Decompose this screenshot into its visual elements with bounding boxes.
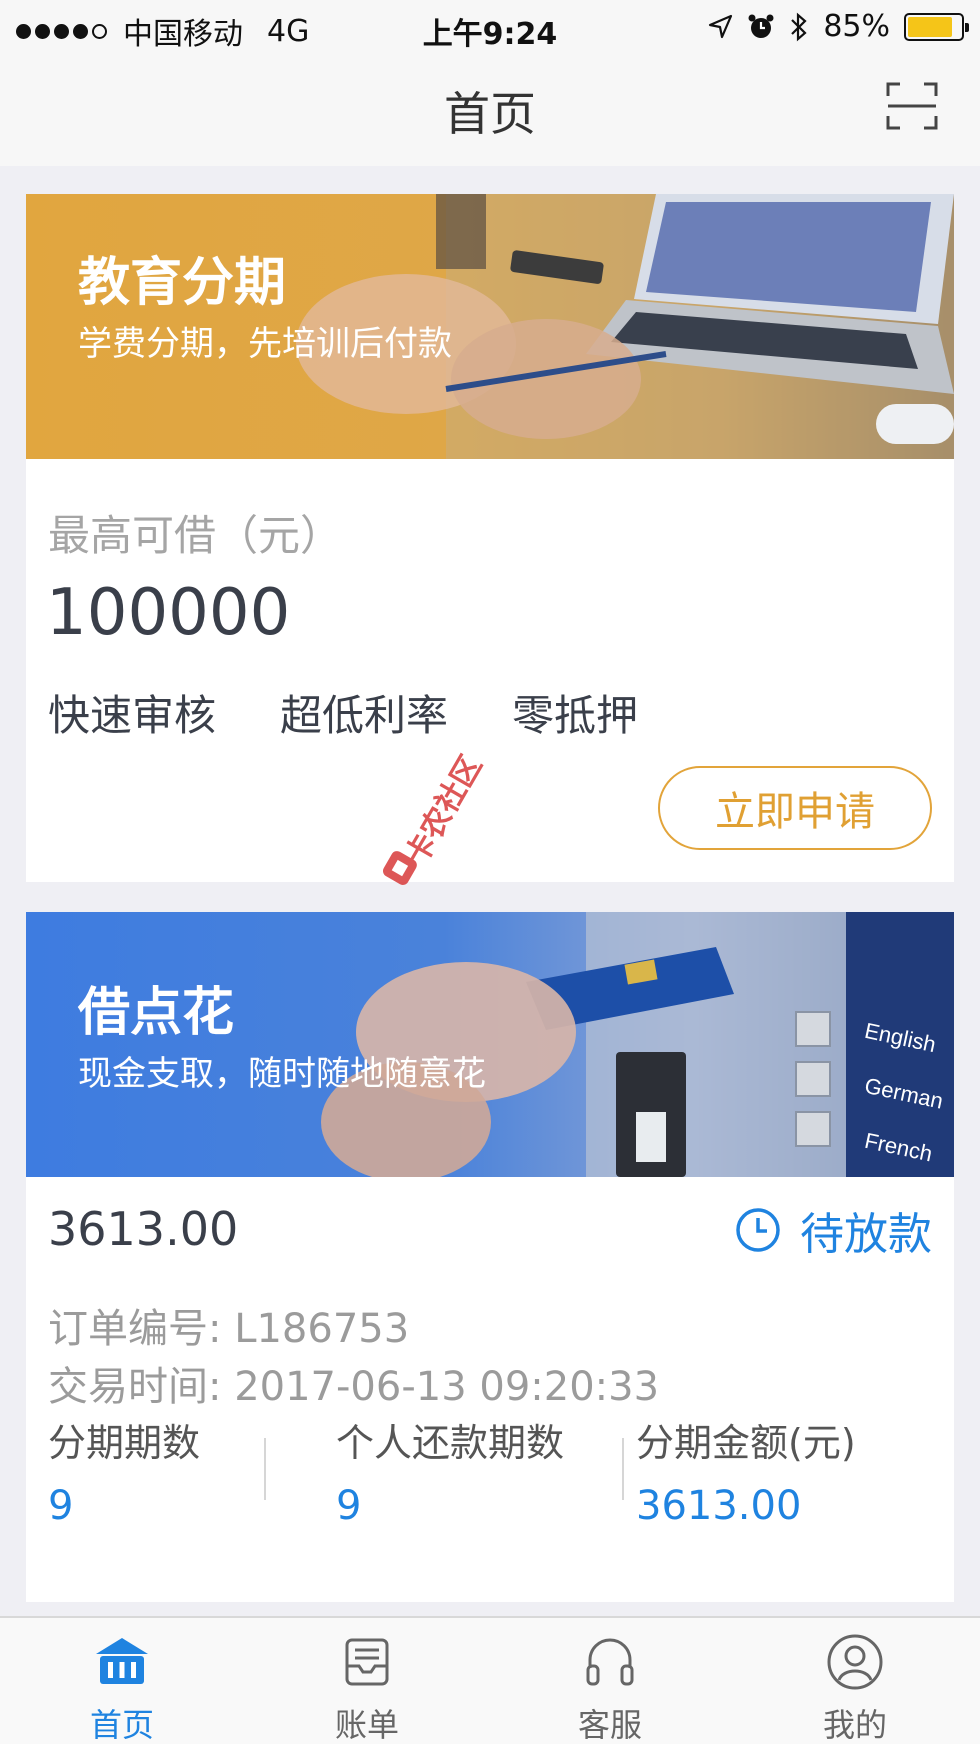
stat-installment-periods: 分期期数 9 — [48, 1412, 200, 1529]
tab-mine[interactable]: 我的 — [775, 1632, 935, 1744]
apply-now-button[interactable]: 立即申请 — [658, 766, 932, 850]
education-banner[interactable]: 教育分期 学费分期，先培训后付款 — [26, 194, 954, 459]
stat-value: 3613.00 — [636, 1483, 802, 1529]
order-status-label: 待放款 — [800, 1209, 932, 1260]
status-right: 85% — [707, 9, 969, 44]
headset-icon — [586, 1638, 634, 1686]
stat-divider — [264, 1438, 266, 1500]
tab-bar: 首页 账单 客服 我的 — [0, 1616, 980, 1744]
home-icon — [96, 1638, 148, 1684]
max-loan-amount: 100000 — [46, 576, 291, 650]
status-bar: 中国移动 4G 上午9:24 85% — [0, 0, 980, 54]
stat-repayment-periods: 个人还款期数 9 — [336, 1412, 564, 1529]
cash-banner[interactable]: English German French 借点花 现金支取，随时随地随意花 — [26, 912, 954, 1177]
banner-title: 教育分期 — [78, 253, 287, 313]
feature-low-rate: 超低利率 — [280, 691, 449, 740]
bill-icon — [345, 1638, 389, 1686]
page-title: 首页 — [444, 87, 536, 141]
alarm-icon — [748, 14, 774, 38]
stat-divider — [622, 1438, 624, 1500]
location-arrow-icon — [709, 14, 733, 38]
tab-label: 我的 — [822, 1706, 887, 1744]
stat-installment-amount: 分期金额(元) 3613.00 — [636, 1412, 856, 1529]
battery-fill — [908, 16, 953, 37]
order-amount: 3613.00 — [48, 1202, 239, 1256]
trade-time: 交易时间: 2017-06-13 09:20:33 — [48, 1364, 660, 1410]
battery-percent: 85% — [823, 9, 890, 44]
tab-bill[interactable]: 账单 — [287, 1632, 447, 1744]
user-icon — [827, 1634, 883, 1690]
stat-label: 分期金额(元) — [636, 1421, 856, 1465]
stat-label: 分期期数 — [48, 1421, 201, 1465]
banner-subtitle: 现金支取，随时随地随意花 — [78, 1054, 486, 1094]
stat-value: 9 — [48, 1483, 74, 1529]
tab-label: 客服 — [577, 1706, 642, 1744]
stat-value: 9 — [336, 1483, 362, 1529]
order-number: 订单编号: L186753 — [48, 1306, 410, 1352]
feature-no-collateral: 零抵押 — [512, 691, 639, 740]
scan-icon[interactable] — [886, 82, 938, 130]
cash-loan-card[interactable]: English German French 借点花 现金支取，随时随地随意花 3… — [26, 912, 954, 1602]
feature-fast-review: 快速审核 — [48, 691, 217, 740]
top-bar: 中国移动 4G 上午9:24 85% 首页 — [0, 0, 980, 166]
bluetooth-icon — [791, 12, 807, 41]
stat-label: 个人还款期数 — [336, 1421, 565, 1465]
installment-stats: 分期期数 9 个人还款期数 9 分期金额(元) 3613.00 — [26, 1412, 954, 1542]
battery-icon — [904, 12, 969, 41]
banner-subtitle: 学费分期，先培训后付款 — [78, 324, 452, 364]
banner-title: 借点花 — [78, 983, 235, 1043]
tab-home[interactable]: 首页 — [42, 1632, 202, 1744]
tab-label: 首页 — [89, 1706, 154, 1744]
tab-service[interactable]: 客服 — [530, 1632, 690, 1744]
tab-label: 账单 — [334, 1706, 399, 1744]
order-status: 待放款 — [734, 1198, 932, 1262]
max-loan-label: 最高可借（元） — [48, 511, 343, 560]
clock-icon — [736, 1208, 780, 1252]
feature-list: 快速审核 超低利率 零抵押 — [48, 682, 638, 743]
